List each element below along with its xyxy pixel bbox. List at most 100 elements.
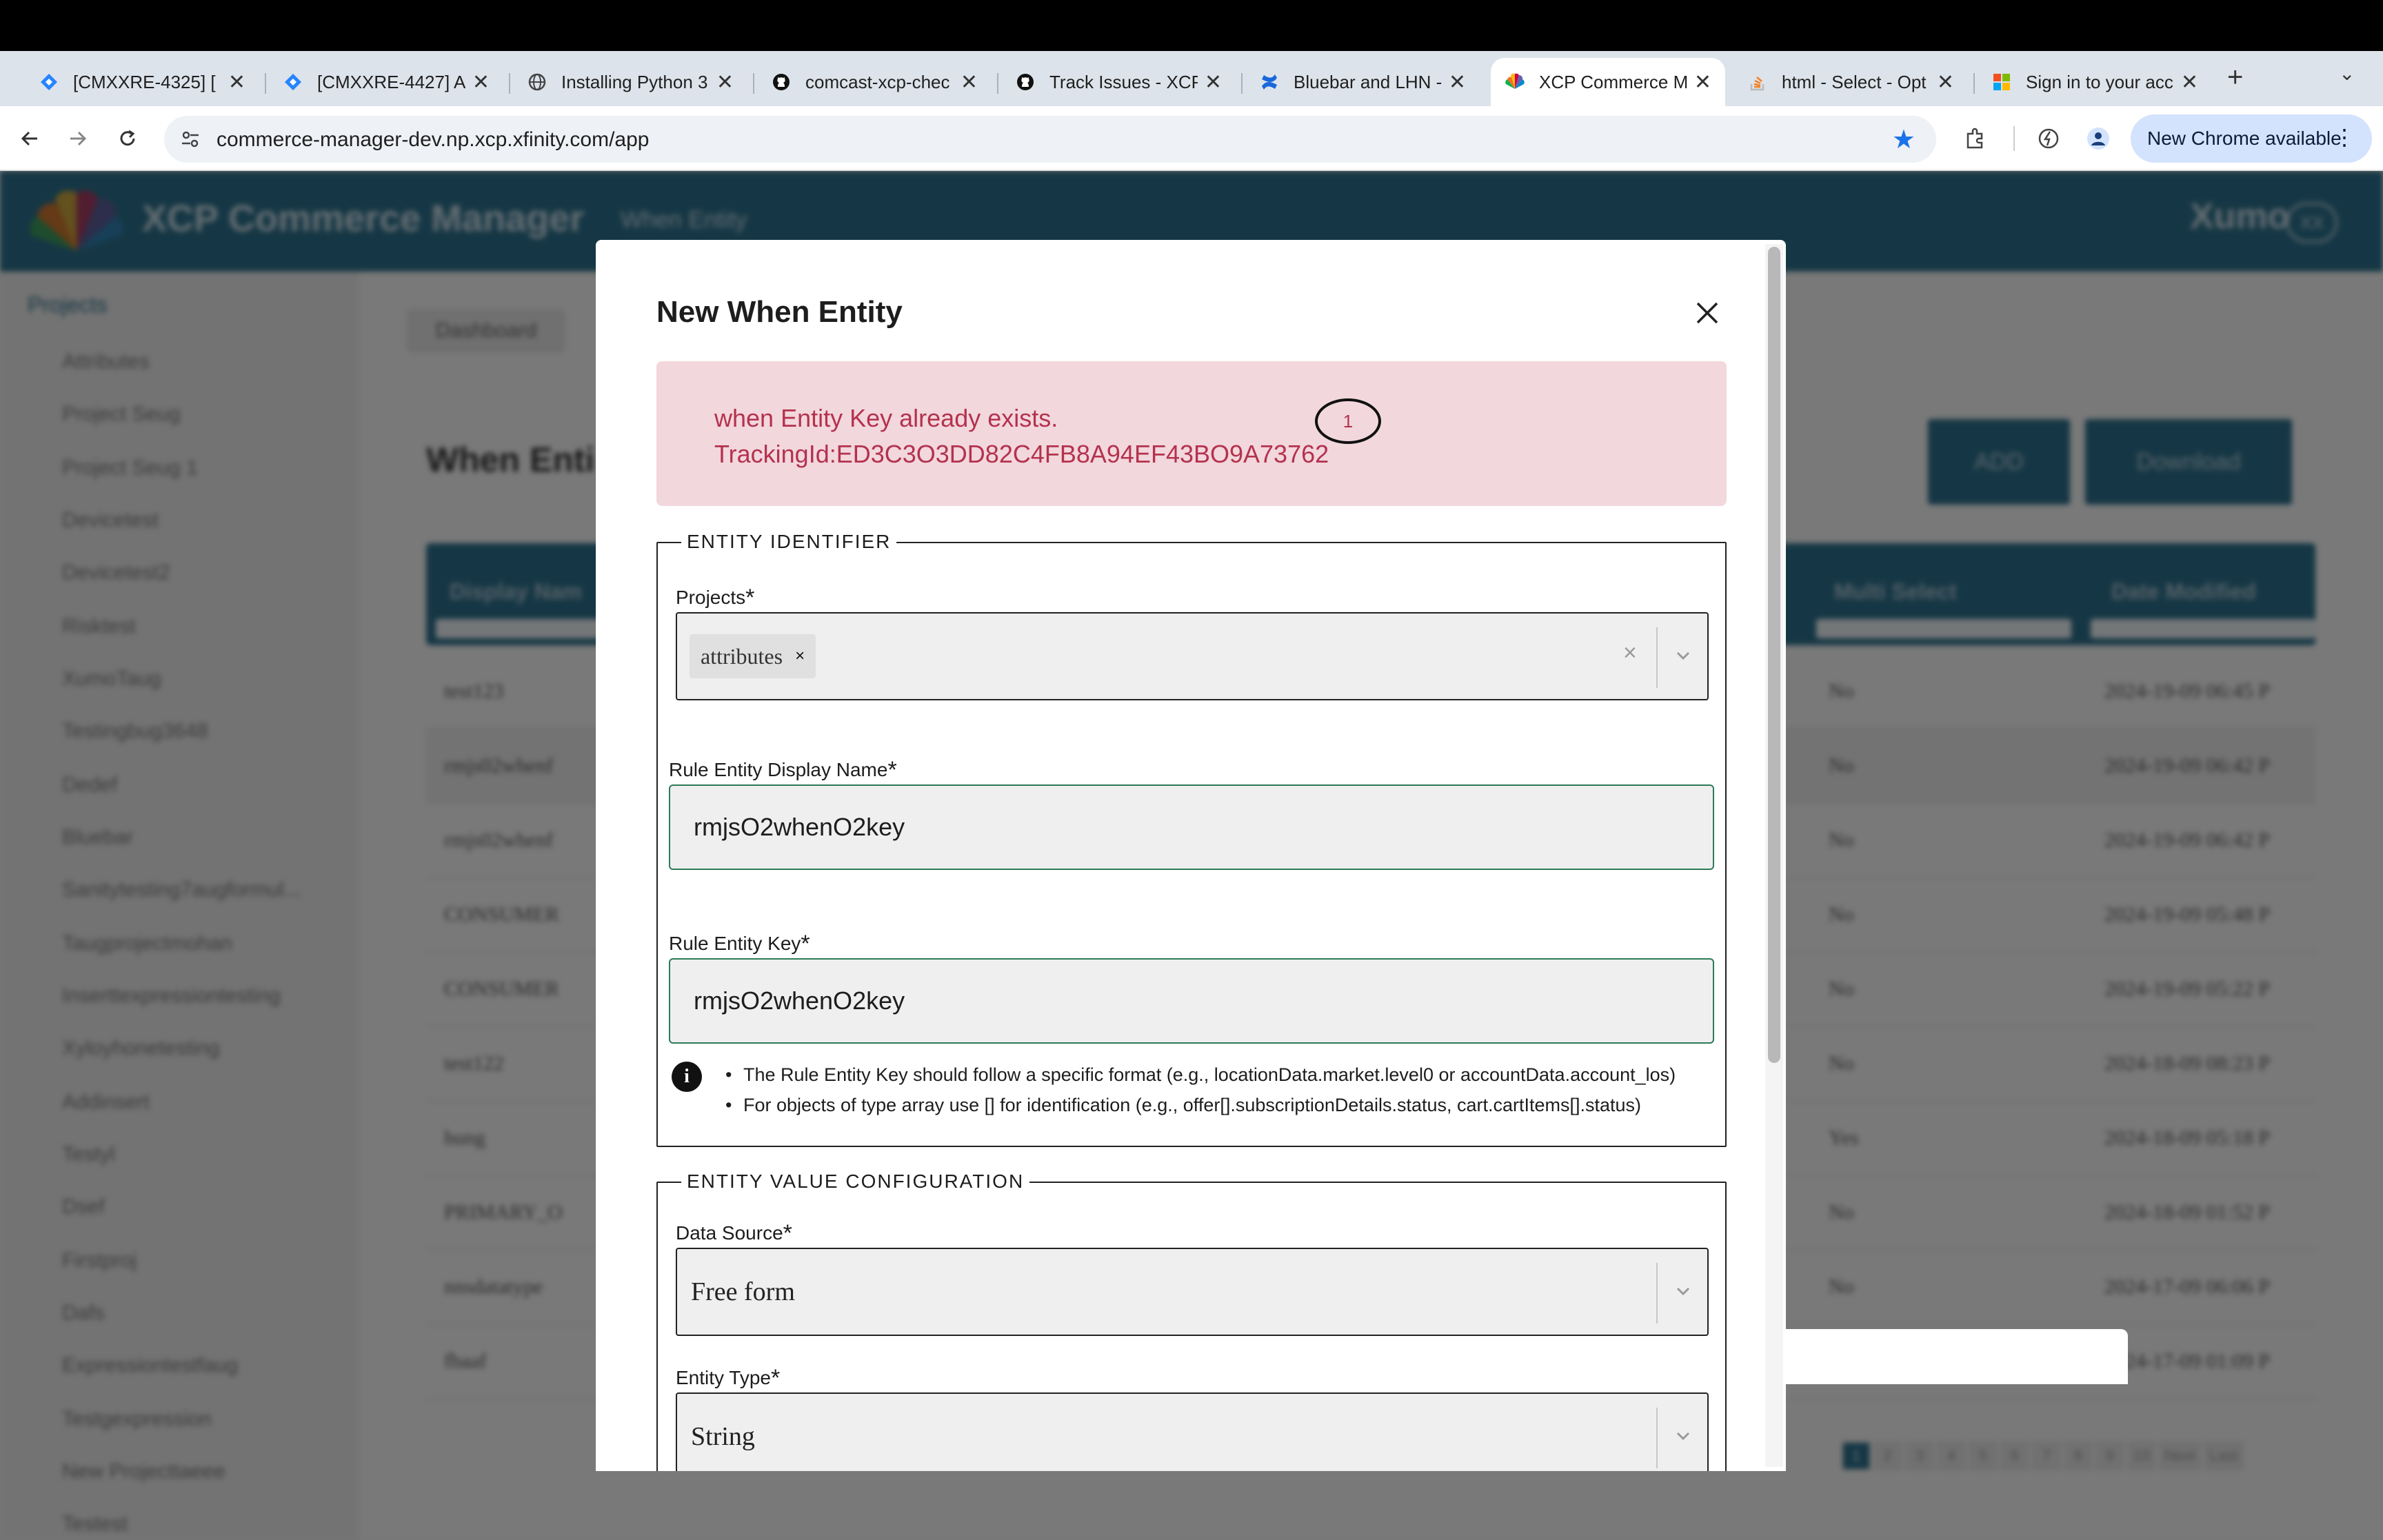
extensions-icon[interactable]: [1960, 123, 1991, 154]
tab-separator: [753, 73, 754, 94]
site-settings-icon[interactable]: [178, 127, 203, 152]
close-tab-icon[interactable]: ✕: [1694, 70, 1711, 94]
browser-tab[interactable]: Bluebar and LHN - ✕: [1245, 58, 1480, 106]
entity-identifier-section: ENTITY IDENTIFIER Projects* attributes ×…: [656, 531, 1727, 1147]
required-asterisk: *: [771, 1365, 781, 1391]
forward-arrow-icon[interactable]: [61, 121, 95, 156]
tab-label: comcast-xcp-chec: [805, 71, 950, 92]
projects-label: Projects*: [676, 585, 754, 611]
new-when-entity-dialog: New When Entity when Entity Key already …: [596, 240, 1786, 1471]
close-tab-icon[interactable]: ✕: [1205, 70, 1222, 94]
tab-separator: [997, 73, 998, 94]
chrome-menu-icon[interactable]: ⋮: [2333, 124, 2355, 150]
jira-icon: [39, 72, 59, 92]
error-message: when Entity Key already exists.: [714, 404, 1058, 432]
entity-key-input[interactable]: [669, 958, 1714, 1044]
chevron-down-icon[interactable]: [1667, 640, 1699, 671]
projects-label-text: Projects: [676, 587, 746, 608]
project-chip-label: attributes: [701, 643, 783, 669]
clear-selection-icon[interactable]: ×: [1623, 640, 1637, 667]
confluence-icon: [1259, 72, 1280, 92]
performance-icon[interactable]: [2033, 123, 2064, 154]
required-asterisk: *: [887, 757, 897, 783]
close-tab-icon[interactable]: ✕: [716, 70, 734, 94]
tab-separator: [509, 73, 510, 94]
new-chrome-label: New Chrome available: [2147, 128, 2342, 149]
close-tab-icon[interactable]: ✕: [472, 70, 490, 94]
entity-value-configuration-section: ENTITY VALUE CONFIGURATION Data Source* …: [656, 1171, 1727, 1471]
scrollbar-thumb[interactable]: [1768, 247, 1780, 1063]
browser-tab[interactable]: comcast-xcp-chec ✕: [757, 58, 992, 106]
section-legend: ENTITY IDENTIFIER: [681, 531, 897, 553]
new-chrome-available-button[interactable]: New Chrome available ⋮: [2131, 114, 2372, 163]
close-tab-icon[interactable]: ✕: [1937, 70, 1954, 94]
close-tab-icon[interactable]: ✕: [1449, 70, 1466, 94]
nbc-peacock-icon: [1505, 72, 1525, 92]
chip-remove-icon[interactable]: ×: [795, 647, 805, 666]
browser-tab[interactable]: Sign in to your acc ✕: [1978, 58, 2212, 106]
tab-label: Installing Python 3: [561, 71, 708, 92]
annotation-marker: 1: [1315, 398, 1381, 444]
data-source-value: Free form: [691, 1277, 795, 1306]
tab-label: XCP Commerce M: [1539, 71, 1687, 92]
browser-tab-active[interactable]: XCP Commerce M ✕: [1491, 58, 1725, 106]
info-icon: i: [672, 1062, 702, 1092]
close-tab-icon[interactable]: ✕: [2181, 70, 2198, 94]
back-arrow-icon[interactable]: [12, 121, 47, 156]
error-tracking-id: TrackingId:ED3C3O3DD82C4FB8A94EF43BO9A73…: [714, 440, 1329, 468]
entity-type-value: String: [691, 1422, 755, 1451]
close-tab-icon[interactable]: ✕: [961, 70, 978, 94]
close-icon[interactable]: [1692, 298, 1722, 328]
stackoverflow-icon: [1747, 72, 1768, 92]
required-asterisk: *: [801, 931, 810, 957]
url-text[interactable]: commerce-manager-dev.np.xcp.xfinity.com/…: [217, 128, 649, 152]
entity-key-label: Rule Entity Key*: [669, 931, 810, 958]
entity-type-select[interactable]: String: [676, 1392, 1709, 1471]
dialog-title: New When Entity: [656, 295, 903, 329]
error-alert: when Entity Key already exists. Tracking…: [656, 361, 1727, 506]
tab-separator: [1973, 73, 1975, 94]
chevron-down-icon[interactable]: [1667, 1420, 1699, 1452]
jira-icon: [283, 72, 303, 92]
github-icon: [771, 72, 792, 92]
browser-tab[interactable]: html - Select - Opt ✕: [1733, 58, 1968, 106]
browser-tab[interactable]: Track Issues - XCP ✕: [1001, 58, 1236, 106]
project-chip: attributes ×: [690, 634, 816, 678]
browser-tab[interactable]: Installing Python 3 ✕: [513, 58, 747, 106]
tab-search-button[interactable]: ⌄: [2339, 62, 2355, 85]
required-asterisk: *: [745, 585, 755, 611]
entity-type-label: Entity Type*: [676, 1365, 780, 1392]
section-legend: ENTITY VALUE CONFIGURATION: [681, 1171, 1030, 1193]
tab-label: Track Issues - XCP: [1049, 71, 1198, 92]
close-tab-icon[interactable]: ✕: [228, 70, 245, 94]
projects-select[interactable]: attributes × ×: [676, 612, 1709, 700]
entity-key-label-text: Rule Entity Key: [669, 933, 801, 954]
reload-icon[interactable]: [110, 121, 145, 156]
browser-tab[interactable]: [CMXXRE-4325] [ ✕: [25, 58, 259, 106]
required-asterisk: *: [783, 1220, 792, 1246]
address-bar[interactable]: commerce-manager-dev.np.xcp.xfinity.com/…: [164, 116, 1936, 163]
globe-icon: [527, 72, 547, 92]
toolbar-divider: [1998, 123, 2030, 154]
browser-toolbar: commerce-manager-dev.np.xcp.xfinity.com/…: [0, 106, 2383, 171]
data-source-select[interactable]: Free form: [676, 1248, 1709, 1336]
data-source-label-text: Data Source: [676, 1222, 783, 1244]
microsoft-icon: [1991, 72, 2012, 92]
browser-tabstrip: [CMXXRE-4325] [ ✕ [CMXXRE-4427] A ✕ Inst…: [0, 51, 2383, 106]
dialog-scrollbar[interactable]: [1765, 244, 1783, 1467]
chevron-down-icon[interactable]: [1667, 1275, 1699, 1307]
display-name-input[interactable]: [669, 784, 1714, 870]
new-tab-button[interactable]: +: [2227, 62, 2243, 93]
bookmark-star-icon[interactable]: ★: [1892, 124, 1916, 155]
entity-key-hint: For objects of type array use [] for ide…: [725, 1095, 1641, 1116]
tab-label: [CMXXRE-4325] [: [73, 71, 216, 92]
tab-label: html - Select - Opt: [1782, 71, 1927, 92]
browser-tab[interactable]: [CMXXRE-4427] A ✕: [269, 58, 503, 106]
tab-label: [CMXXRE-4427] A: [317, 71, 465, 92]
profile-avatar-icon[interactable]: [2082, 123, 2114, 154]
tab-separator: [1241, 73, 1243, 94]
tab-label: Sign in to your acc: [2026, 71, 2173, 92]
data-source-label: Data Source*: [676, 1220, 792, 1247]
entity-key-hint: The Rule Entity Key should follow a spec…: [725, 1064, 1676, 1086]
os-top-bar: [0, 0, 2383, 51]
